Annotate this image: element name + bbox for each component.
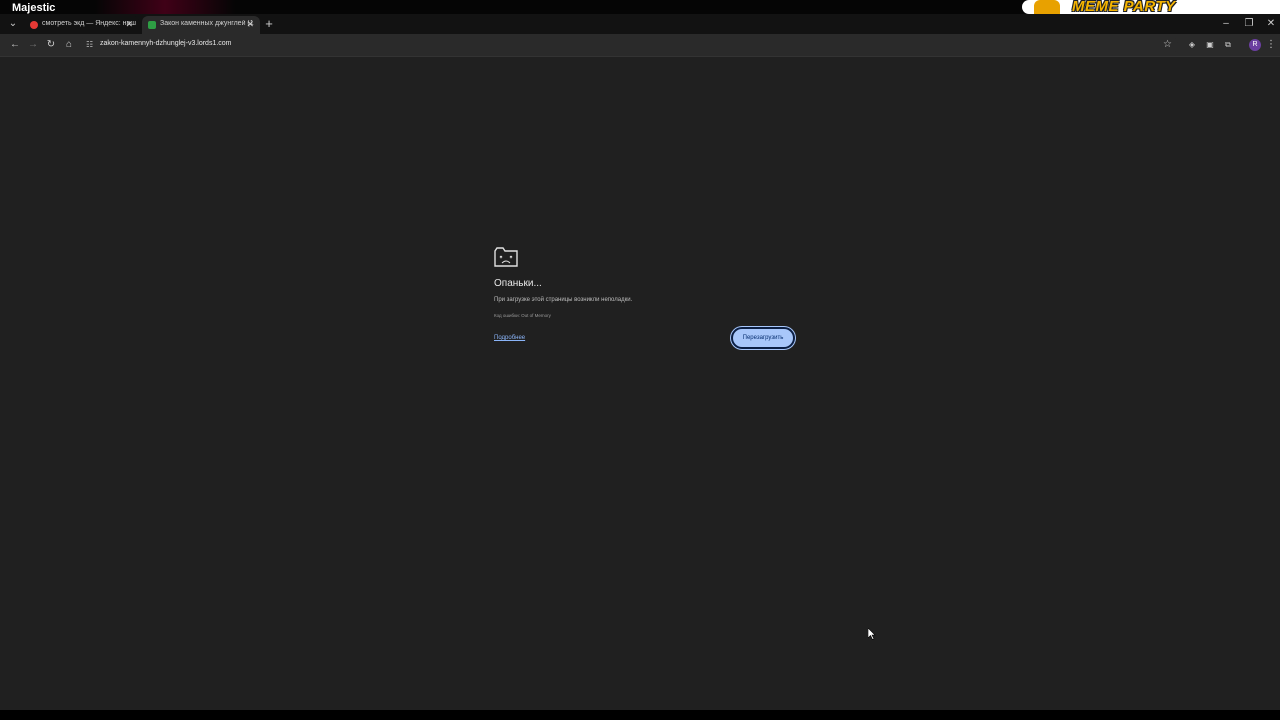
close-tab-icon[interactable]: ✕ <box>246 19 254 30</box>
yandex-favicon-icon <box>30 21 38 29</box>
stream-overlay-strip: Majestic MEME PARTY <box>0 0 1280 14</box>
error-code: Код ошибки: Out of Memory <box>494 313 551 318</box>
sad-folder-icon <box>494 247 518 267</box>
reload-icon[interactable]: ↻ <box>44 34 58 56</box>
overlay-banner: MEME PARTY <box>1022 0 1280 14</box>
url-text[interactable]: zakon-kamennyh-dzhunglej-v3.lords1.com <box>100 40 232 47</box>
tab-yandex-search[interactable]: смотреть экд — Яндекс: нашл ✕ <box>24 16 139 34</box>
error-title: Опаньки... <box>494 278 542 289</box>
cat-icon <box>1034 0 1060 14</box>
bottom-letterbox <box>0 710 1280 720</box>
reload-button[interactable]: Перезагрузить <box>731 327 795 349</box>
tab-title: смотреть экд — Яндекс: нашл <box>42 20 136 27</box>
site-info-icon[interactable]: ☷ <box>86 36 93 54</box>
extension-icon[interactable]: ▣ <box>1204 39 1216 51</box>
overlay-logo-text: Majestic <box>12 2 56 14</box>
home-icon[interactable]: ⌂ <box>62 34 76 56</box>
details-link[interactable]: Подробнее <box>494 335 525 341</box>
minimize-window-icon[interactable]: – <box>1220 14 1232 34</box>
browser-toolbar: ← → ↻ ⌂ ☷ zakon-kamennyh-dzhunglej-v3.lo… <box>0 34 1280 56</box>
tab-search-chevron-icon[interactable]: ⌄ <box>6 14 20 34</box>
error-description: При загрузке этой страницы возникли непо… <box>494 297 633 303</box>
tab-strip: ⌄ смотреть экд — Яндекс: нашл ✕ Закон ка… <box>0 14 1280 34</box>
back-arrow-icon[interactable]: ← <box>8 34 22 56</box>
overlay-glow <box>95 0 235 14</box>
extensions-puzzle-icon[interactable]: ⧉ <box>1222 39 1234 51</box>
forward-arrow-icon[interactable]: → <box>26 34 40 56</box>
profile-avatar[interactable]: R <box>1249 39 1261 51</box>
mouse-cursor-icon <box>868 628 876 640</box>
site-favicon-icon <box>148 21 156 29</box>
menu-dots-icon[interactable]: ⋮ <box>1266 34 1276 56</box>
extension-icon[interactable]: ◈ <box>1186 39 1198 51</box>
bookmark-star-icon[interactable]: ☆ <box>1163 36 1172 54</box>
address-bar[interactable]: ☷ zakon-kamennyh-dzhunglej-v3.lords1.com… <box>80 36 1178 54</box>
close-tab-icon[interactable]: ✕ <box>125 19 133 30</box>
restore-window-icon[interactable]: ❐ <box>1243 14 1255 34</box>
tab-zakon-kamennyh-dzhunglej[interactable]: Закон каменных джунглей (1 ✕ <box>142 16 260 34</box>
browser-window: ⌄ смотреть экд — Яндекс: нашл ✕ Закон ка… <box>0 14 1280 711</box>
new-tab-plus-icon[interactable]: + <box>262 14 276 34</box>
close-window-icon[interactable]: ✕ <box>1265 14 1277 34</box>
overlay-banner-text: MEME PARTY <box>1072 0 1176 14</box>
page-content: Опаньки... При загрузке этой страницы во… <box>0 56 1280 711</box>
tab-title: Закон каменных джунглей (1 <box>160 20 254 27</box>
